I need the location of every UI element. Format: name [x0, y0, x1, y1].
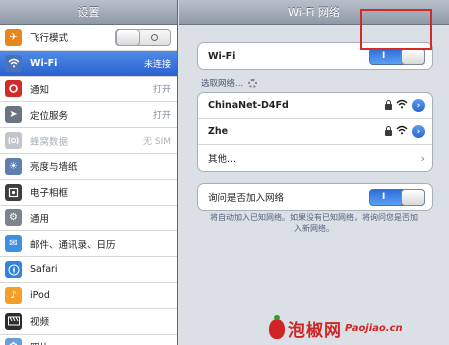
network-status-icons: ›	[385, 99, 425, 112]
sidebar-item-airplane: ✈ 飞行模式	[0, 25, 177, 51]
ask-join-label: 询问是否加入网络	[208, 193, 285, 204]
chili-logo-icon	[269, 314, 285, 339]
sidebar-item-label: 通知	[30, 84, 50, 96]
sidebar-item-brightness[interactable]: ☀ 亮度与墙纸	[0, 153, 177, 180]
sidebar-item-general[interactable]: ⚙ 通用	[0, 205, 177, 232]
sidebar-item-value: 无 SIM	[143, 137, 171, 148]
ask-join-row: 询问是否加入网络 I	[198, 184, 432, 210]
watermark: 泡椒网 Paojiao.cn	[269, 314, 403, 341]
sidebar-item-label: 定位服务	[30, 110, 69, 122]
sidebar-item-label: 亮度与墙纸	[30, 162, 78, 174]
toggle-knob	[116, 28, 140, 46]
sidebar-item-label: 电子相框	[30, 188, 69, 200]
ask-join-group: 询问是否加入网络 I	[197, 183, 433, 211]
sidebar-title: 设置	[77, 6, 100, 19]
wifi-signal-icon	[396, 99, 408, 112]
photos-icon: ✿	[5, 338, 22, 345]
other-network-label: 其他...	[208, 154, 237, 165]
highlight-annotation-box	[360, 9, 432, 50]
sidebar-item-label: iPod	[30, 289, 50, 301]
sidebar-item-label: Safari	[30, 264, 58, 276]
loading-spinner-icon	[248, 78, 258, 88]
sidebar-item-ipod[interactable]: ♪ iPod	[0, 282, 177, 309]
location-icon: ➤	[5, 106, 22, 124]
sidebar-item-safari[interactable]: Safari	[0, 257, 177, 283]
toggle-on-text: I	[382, 51, 386, 61]
network-row[interactable]: Zhe ›	[198, 119, 432, 145]
gear-icon: ⚙	[5, 209, 22, 227]
sidebar-item-value: 未连接	[143, 59, 171, 70]
wifi-detail-pane: Wi-Fi 网络 Wi-Fi I 选取网络... ChinaNet-D4Fd ›	[179, 0, 449, 345]
network-list: ChinaNet-D4Fd › Zhe › 其他... ›	[197, 92, 433, 172]
sidebar-item-label: 飞行模式	[30, 33, 69, 45]
compass-icon	[5, 261, 22, 279]
sidebar-item-cellular[interactable]: 蜂窝数据 无 SIM	[0, 128, 177, 154]
choose-network-text: 选取网络...	[201, 79, 244, 89]
network-status-icons: ›	[385, 125, 425, 138]
network-name: Zhe	[208, 126, 229, 137]
sidebar-item-wifi[interactable]: Wi-Fi 未连接	[0, 50, 177, 77]
sidebar-item-video[interactable]: 视频	[0, 308, 177, 335]
chevron-right-icon: ›	[420, 151, 425, 165]
wifi-label: Wi-Fi	[208, 50, 236, 62]
wifi-icon	[5, 54, 22, 72]
sidebar-item-location[interactable]: ➤ 定位服务 打开	[0, 102, 177, 129]
lock-icon	[385, 100, 392, 110]
sidebar-item-label: Wi-Fi	[30, 57, 58, 69]
music-icon: ♪	[5, 286, 22, 304]
mail-icon: ✉	[5, 235, 22, 253]
film-icon	[5, 312, 22, 330]
sidebar-item-picture-frame[interactable]: 电子相框	[0, 179, 177, 206]
brightness-icon: ☀	[5, 157, 22, 175]
network-name: ChinaNet-D4Fd	[208, 100, 289, 111]
lock-icon	[385, 126, 392, 136]
sidebar-item-label: 蜂窝数据	[30, 136, 69, 148]
watermark-sub: Paojiao.cn	[345, 323, 403, 334]
detail-disclosure-icon[interactable]: ›	[412, 125, 425, 138]
network-row[interactable]: ChinaNet-D4Fd ›	[198, 93, 432, 119]
wifi-signal-icon	[396, 125, 408, 138]
other-network-row[interactable]: 其他... ›	[198, 145, 432, 171]
toggle-knob	[401, 188, 425, 206]
sidebar-item-label: 通用	[30, 213, 50, 225]
sidebar-item-label: 照片	[30, 340, 171, 345]
toggle-knob	[401, 47, 425, 65]
sidebar-item-value: 打开	[152, 85, 171, 96]
toggle-off-mark	[151, 33, 158, 41]
watermark-main: 泡椒网	[288, 321, 342, 341]
sidebar-item-photos[interactable]: ✿ 照片	[0, 334, 177, 345]
sidebar-item-label: 邮件、通讯录、日历	[30, 239, 116, 251]
ask-join-toggle[interactable]: I	[369, 188, 425, 206]
cellular-icon	[5, 132, 22, 150]
choose-network-label: 选取网络...	[201, 77, 258, 89]
settings-sidebar: 设置 ✈ 飞行模式 Wi-Fi 未连接 通知 打开 ➤ 定位服务 打开 蜂窝数据…	[0, 0, 178, 345]
sidebar-item-label: 视频	[30, 317, 50, 329]
notifications-icon	[5, 80, 22, 98]
sidebar-header: 设置	[0, 0, 177, 25]
sidebar-item-mail[interactable]: ✉ 邮件、通讯录、日历	[0, 231, 177, 258]
sidebar-item-value: 打开	[152, 111, 171, 122]
detail-title: Wi-Fi 网络	[288, 6, 340, 19]
ask-join-footnote: 将自动加入已知网络。如果没有已知网络，将询问您是否加入新网络。	[210, 213, 418, 233]
toggle-on-text: I	[382, 192, 386, 202]
wifi-toggle[interactable]: I	[369, 47, 425, 65]
picture-frame-icon	[5, 183, 22, 201]
airplane-mode-toggle[interactable]	[115, 28, 171, 46]
sidebar-item-notifications[interactable]: 通知 打开	[0, 76, 177, 103]
detail-disclosure-icon[interactable]: ›	[412, 99, 425, 112]
airplane-icon: ✈	[5, 28, 22, 46]
